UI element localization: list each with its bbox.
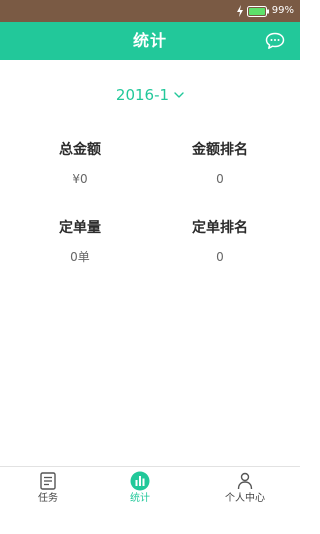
app-header: 统计 xyxy=(0,22,300,60)
month-selector[interactable]: 2016-1 xyxy=(0,84,300,106)
stat-label: 定单排名 xyxy=(192,220,248,236)
stats-chart-icon xyxy=(130,471,150,491)
tab-profile[interactable]: 个人中心 xyxy=(195,471,295,511)
stat-label: 总金额 xyxy=(59,142,101,158)
battery-indicator: 99% xyxy=(236,4,294,18)
tab-stats[interactable]: 统计 xyxy=(90,471,190,511)
stat-amount-rank: 金额排名 0 xyxy=(145,141,295,187)
stat-label: 定单量 xyxy=(59,220,101,236)
battery-percent: 99% xyxy=(271,5,294,16)
stat-label: 金额排名 xyxy=(192,142,248,158)
charging-icon xyxy=(236,5,243,17)
month-value: 2016-1 xyxy=(115,86,170,104)
stat-order-count: 定单量 0单 xyxy=(5,219,155,265)
page-title: 统计 xyxy=(132,31,167,50)
stat-value: ¥0 xyxy=(72,172,88,186)
chevron-down-icon xyxy=(174,92,184,98)
task-list-icon xyxy=(40,472,56,490)
tab-label: 个人中心 xyxy=(225,493,265,504)
person-icon xyxy=(237,472,253,490)
tab-label: 任务 xyxy=(38,493,58,504)
stat-order-rank: 定单排名 0 xyxy=(145,219,295,265)
status-bar: 99% xyxy=(0,0,300,22)
stat-value: 0单 xyxy=(70,250,90,264)
bottom-tab-bar: 任务 统计 个人中心 xyxy=(0,466,300,534)
tab-label: 统计 xyxy=(130,493,150,504)
chat-bubble-icon xyxy=(265,32,285,49)
chat-button[interactable] xyxy=(264,31,286,51)
stat-value: 0 xyxy=(216,172,224,186)
stat-value: 0 xyxy=(216,250,224,264)
battery-icon xyxy=(246,5,269,17)
stat-total-amount: 总金额 ¥0 xyxy=(5,141,155,187)
tab-task[interactable]: 任务 xyxy=(0,471,98,511)
